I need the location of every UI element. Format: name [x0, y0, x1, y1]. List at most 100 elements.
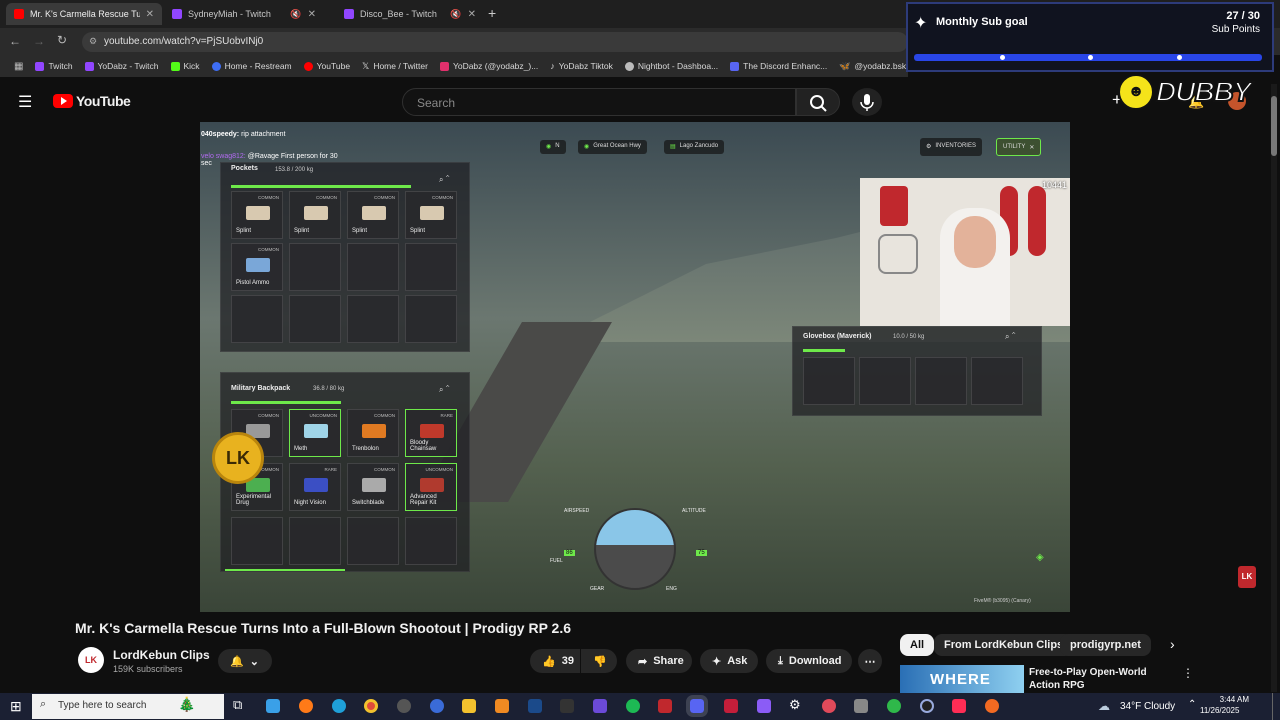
search-input[interactable]: Search: [402, 88, 796, 116]
chrome-icon[interactable]: [364, 699, 378, 713]
recommended-title[interactable]: Free-to-Play Open-World Action RPG: [1029, 666, 1179, 692]
app-icon[interactable]: [920, 699, 934, 713]
glovebox-weight-bar: [803, 349, 845, 352]
steam-icon[interactable]: [528, 699, 542, 713]
share-button[interactable]: ➦ Share: [626, 649, 692, 673]
twitch-icon: [35, 61, 45, 71]
pockets-weight-bar: [231, 185, 411, 188]
recommended-thumbnail[interactable]: WHERE: [900, 665, 1024, 693]
like-button[interactable]: 👍 39: [530, 649, 580, 673]
url-text: youtube.com/watch?v=PjSUobvINj0: [104, 36, 264, 47]
goal-marker: [1177, 55, 1182, 60]
bookmark-label: Nightbot - Dashboa...: [637, 61, 719, 71]
mute-tab-icon[interactable]: 🔇: [450, 9, 461, 20]
bookmark-nightbot[interactable]: Nightbot - Dashboa...: [619, 61, 724, 71]
youtube-play-icon: [53, 94, 73, 108]
bookmark-restream[interactable]: Home - Restream: [206, 61, 298, 71]
bookmark-kick[interactable]: Kick: [165, 61, 206, 71]
chevron-up-icon[interactable]: ⌃: [1188, 699, 1196, 710]
obs-icon[interactable]: [397, 699, 411, 713]
close-tab-icon[interactable]: ✕: [468, 9, 476, 20]
bookmark-tiktok[interactable]: ♪ YoDabz Tiktok: [544, 61, 619, 71]
search-button[interactable]: [796, 88, 840, 116]
show-desktop-button[interactable]: [1272, 693, 1280, 720]
star-icon: ✦: [914, 15, 928, 32]
tab-sydneymiah[interactable]: SydneyMiah - Twitch 🔇 ✕: [164, 3, 324, 25]
bookmark-instagram[interactable]: YoDabz (@yodabz_)...: [434, 61, 544, 71]
ask-button[interactable]: ✦ Ask: [700, 649, 758, 673]
bookmark-youtube[interactable]: YouTube: [298, 61, 356, 71]
app-icon[interactable]: [854, 699, 868, 713]
youtube-logo[interactable]: YouTube: [53, 93, 131, 109]
subscriber-count: 159K subscribers: [113, 664, 183, 674]
weather-text[interactable]: 34°F Cloudy: [1120, 701, 1175, 712]
app-icon[interactable]: [822, 699, 836, 713]
back-arrow-icon[interactable]: ←: [9, 34, 21, 48]
task-view-icon[interactable]: ⧉: [233, 697, 242, 713]
inventory-slot: [231, 295, 283, 343]
site-info-icon[interactable]: ⚙: [89, 36, 97, 47]
new-tab-button[interactable]: +: [488, 5, 496, 21]
spotify-icon[interactable]: [626, 699, 640, 713]
chip-all[interactable]: All: [900, 634, 935, 656]
app-icon[interactable]: [985, 699, 999, 713]
url-field[interactable]: ⚙ youtube.com/watch?v=PjSUobvINj0: [82, 32, 908, 52]
scrollbar-thumb[interactable]: [1271, 96, 1277, 156]
reload-icon[interactable]: ↻: [57, 33, 67, 47]
mute-tab-icon[interactable]: 🔇: [290, 9, 301, 20]
app-icon[interactable]: [887, 699, 901, 713]
inventory-slot: RARE Night Vision: [289, 463, 341, 511]
video-player[interactable]: 040speedy: rip attachment velo swag812: …: [200, 122, 1070, 612]
more-vert-icon[interactable]: ⋮: [1182, 666, 1194, 680]
notification-bell-button[interactable]: 🔔 ⌄: [218, 649, 272, 673]
chip-prodigyrp[interactable]: prodigyrp.net: [1060, 634, 1151, 656]
forward-arrow-icon[interactable]: →: [33, 34, 45, 48]
bookmark-twitch[interactable]: Twitch: [29, 61, 78, 71]
discord-icon[interactable]: [686, 695, 708, 717]
taskbar-search-input[interactable]: ⌕ Type here to search 🎄: [32, 694, 224, 719]
menu-icon[interactable]: ☰: [18, 92, 32, 112]
bookmark-discord-enhancer[interactable]: The Discord Enhanc...: [724, 61, 833, 71]
channel-avatar[interactable]: LK: [78, 647, 104, 673]
edge-icon[interactable]: [332, 699, 346, 713]
settings-gear-icon[interactable]: ⚙: [789, 697, 801, 713]
clock-time[interactable]: 3:44 AM: [1209, 695, 1249, 704]
altitude-label: ALTITUDE: [682, 508, 706, 514]
gear-label: GEAR: [590, 586, 605, 592]
voice-search-button[interactable]: [852, 88, 882, 116]
tiktok-app-icon[interactable]: [952, 699, 966, 713]
windows-start-icon[interactable]: ⊞: [10, 698, 22, 715]
streamlabs-icon[interactable]: [495, 699, 509, 713]
download-button[interactable]: ⤓ Download: [766, 649, 852, 673]
dislike-button[interactable]: 👎: [581, 649, 617, 673]
twitch-favicon-icon: [344, 9, 354, 19]
clock-date[interactable]: 11/26/2025: [1200, 706, 1239, 715]
close-tab-icon[interactable]: ✕: [308, 9, 316, 20]
lk-app-icon[interactable]: [658, 699, 672, 713]
close-tab-icon[interactable]: ✕: [146, 9, 154, 20]
copilot-icon[interactable]: [266, 699, 280, 713]
chip-from-channel[interactable]: From LordKebun Clips: [934, 634, 1074, 656]
video-title: Mr. K's Carmella Rescue Turns Into a Ful…: [75, 620, 572, 636]
channel-name[interactable]: LordKebun Clips: [113, 648, 210, 662]
epic-games-icon[interactable]: [560, 699, 574, 713]
inventory-slot: [289, 243, 341, 291]
chevron-right-icon[interactable]: ›: [1170, 636, 1175, 652]
pen-app-icon[interactable]: [757, 699, 771, 713]
tab-disco-bee[interactable]: Disco_Bee - Twitch 🔇 ✕: [336, 3, 484, 25]
more-actions-button[interactable]: ⋯: [858, 649, 882, 673]
app-icon[interactable]: [724, 699, 738, 713]
battle-app-icon[interactable]: [593, 699, 607, 713]
bookmark-yodabz-twitch[interactable]: YoDabz - Twitch: [79, 61, 165, 71]
firefox-icon[interactable]: [299, 699, 313, 713]
globe-app-icon[interactable]: [430, 699, 444, 713]
bookmark-label: YoDabz - Twitch: [97, 61, 159, 71]
thumbs-down-icon: 👎: [593, 655, 607, 668]
page-scrollbar[interactable]: [1271, 84, 1277, 692]
tab-youtube-video[interactable]: Mr. K's Carmella Rescue Tu ✕: [6, 3, 162, 25]
gear-icon: ⚙: [926, 144, 932, 150]
apps-grid-icon[interactable]: ▦: [8, 61, 29, 72]
inventory-slot: [405, 295, 457, 343]
bookmark-twitter[interactable]: 𝕏 Home / Twitter: [356, 61, 434, 72]
file-explorer-icon[interactable]: [462, 699, 476, 713]
